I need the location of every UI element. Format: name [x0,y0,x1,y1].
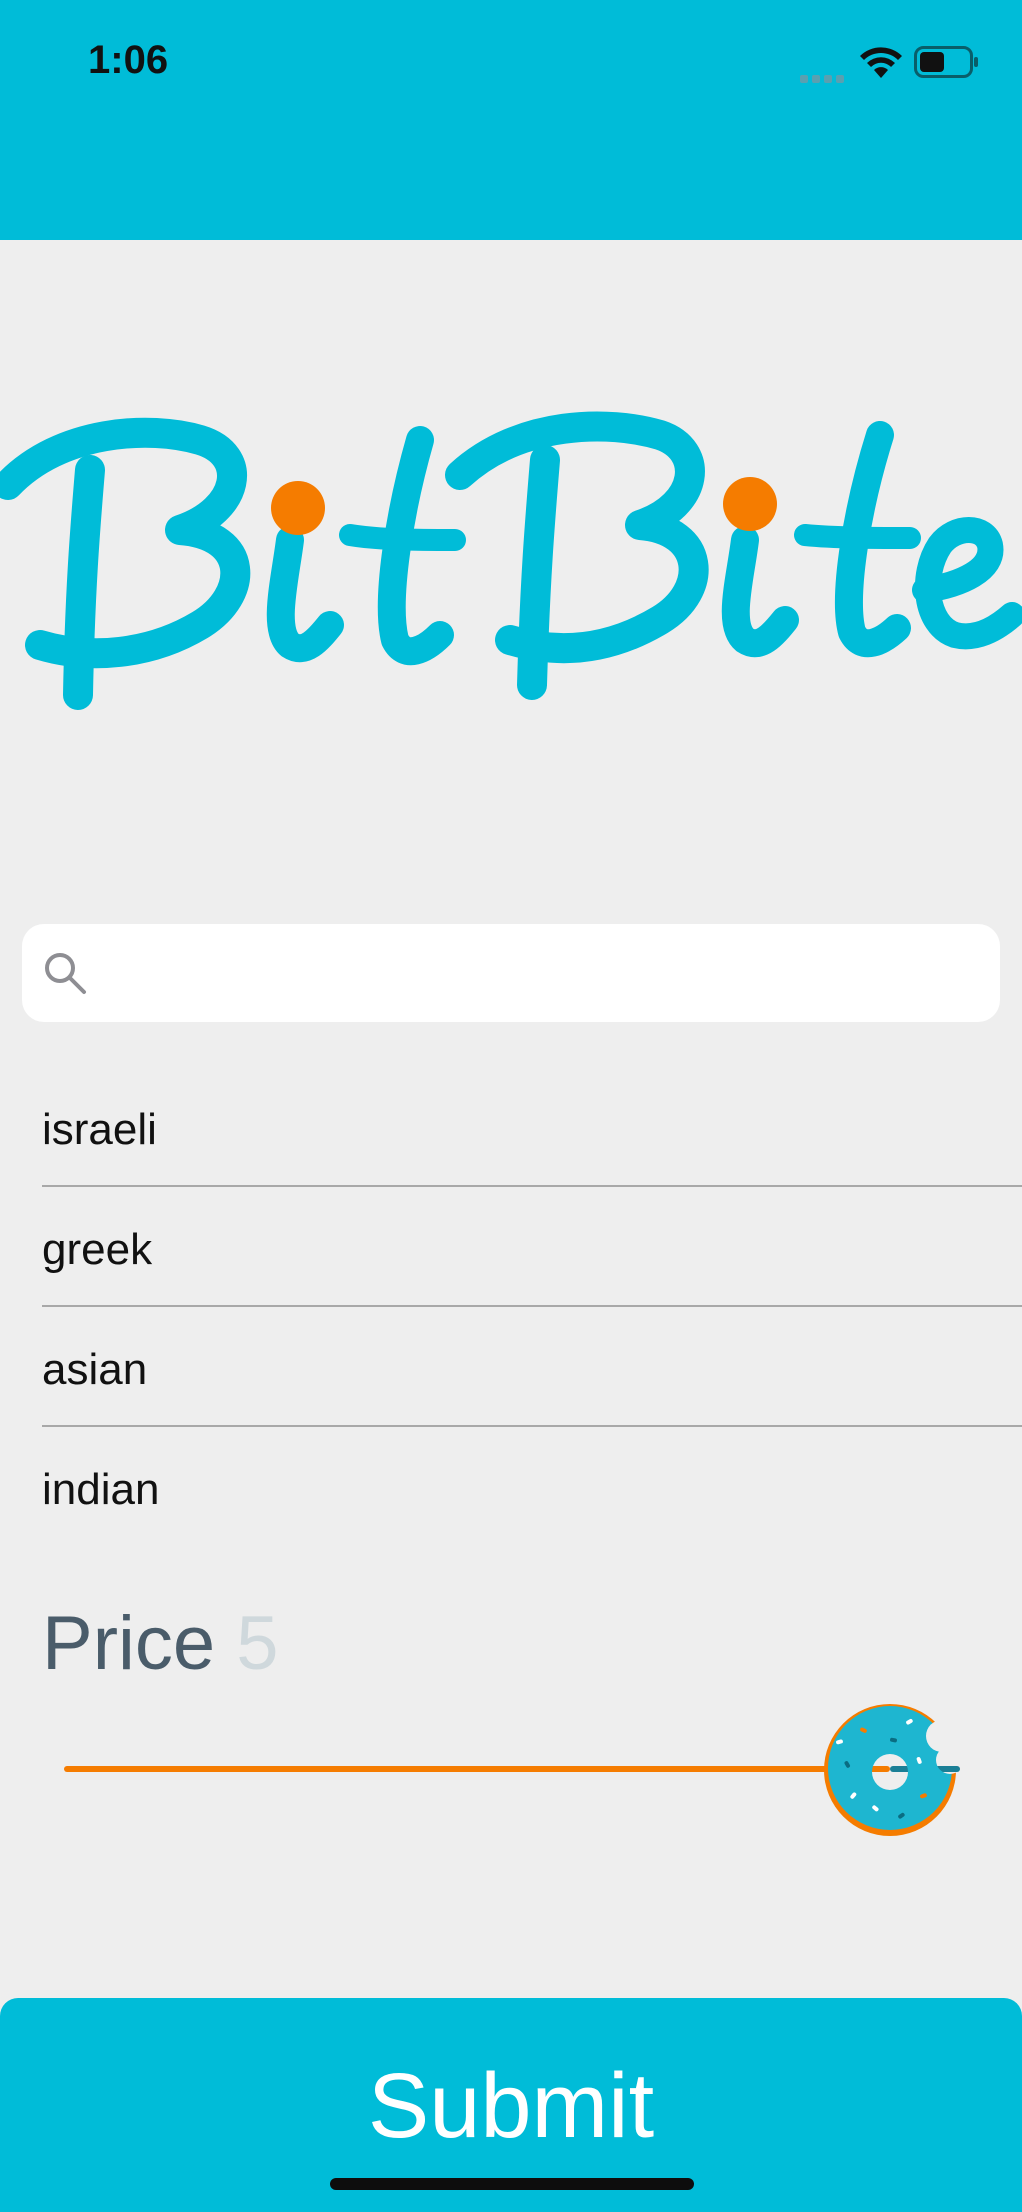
header-bar: 1:06 [0,0,1022,240]
submit-label: Submit [367,2055,655,2157]
list-item-label: greek [42,1225,153,1274]
donut-icon[interactable] [820,1698,960,1838]
slider-track-fill [64,1766,890,1772]
list-item-israeli[interactable]: israeli [0,1067,1022,1187]
price-slider[interactable] [64,1690,960,1850]
list-item-indian[interactable]: indian [0,1427,1022,1547]
list-item-greek[interactable]: greek [0,1187,1022,1307]
status-time: 1:06 [88,38,169,82]
cellular-signal-icon [800,70,848,83]
list-item-label: indian [42,1465,160,1514]
search-bar[interactable] [22,924,1000,1022]
search-icon [45,953,86,994]
wifi-icon [860,47,902,78]
home-indicator [330,2178,694,2190]
app-screen: 1:06 israeli greek asian indian Price 5 … [0,0,1022,2212]
list-item-label: israeli [42,1105,157,1154]
list-item-label: asian [42,1345,148,1394]
search-input[interactable] [98,942,978,1004]
price-label: Price [42,1601,216,1686]
bitbite-logo [0,411,1022,710]
battery-icon [914,46,978,78]
cuisine-list: israeli greek asian indian [0,1067,1022,1547]
price-value: 5 [236,1601,279,1686]
price-heading: Price 5 [42,1600,279,1687]
list-item-asian[interactable]: asian [0,1307,1022,1427]
